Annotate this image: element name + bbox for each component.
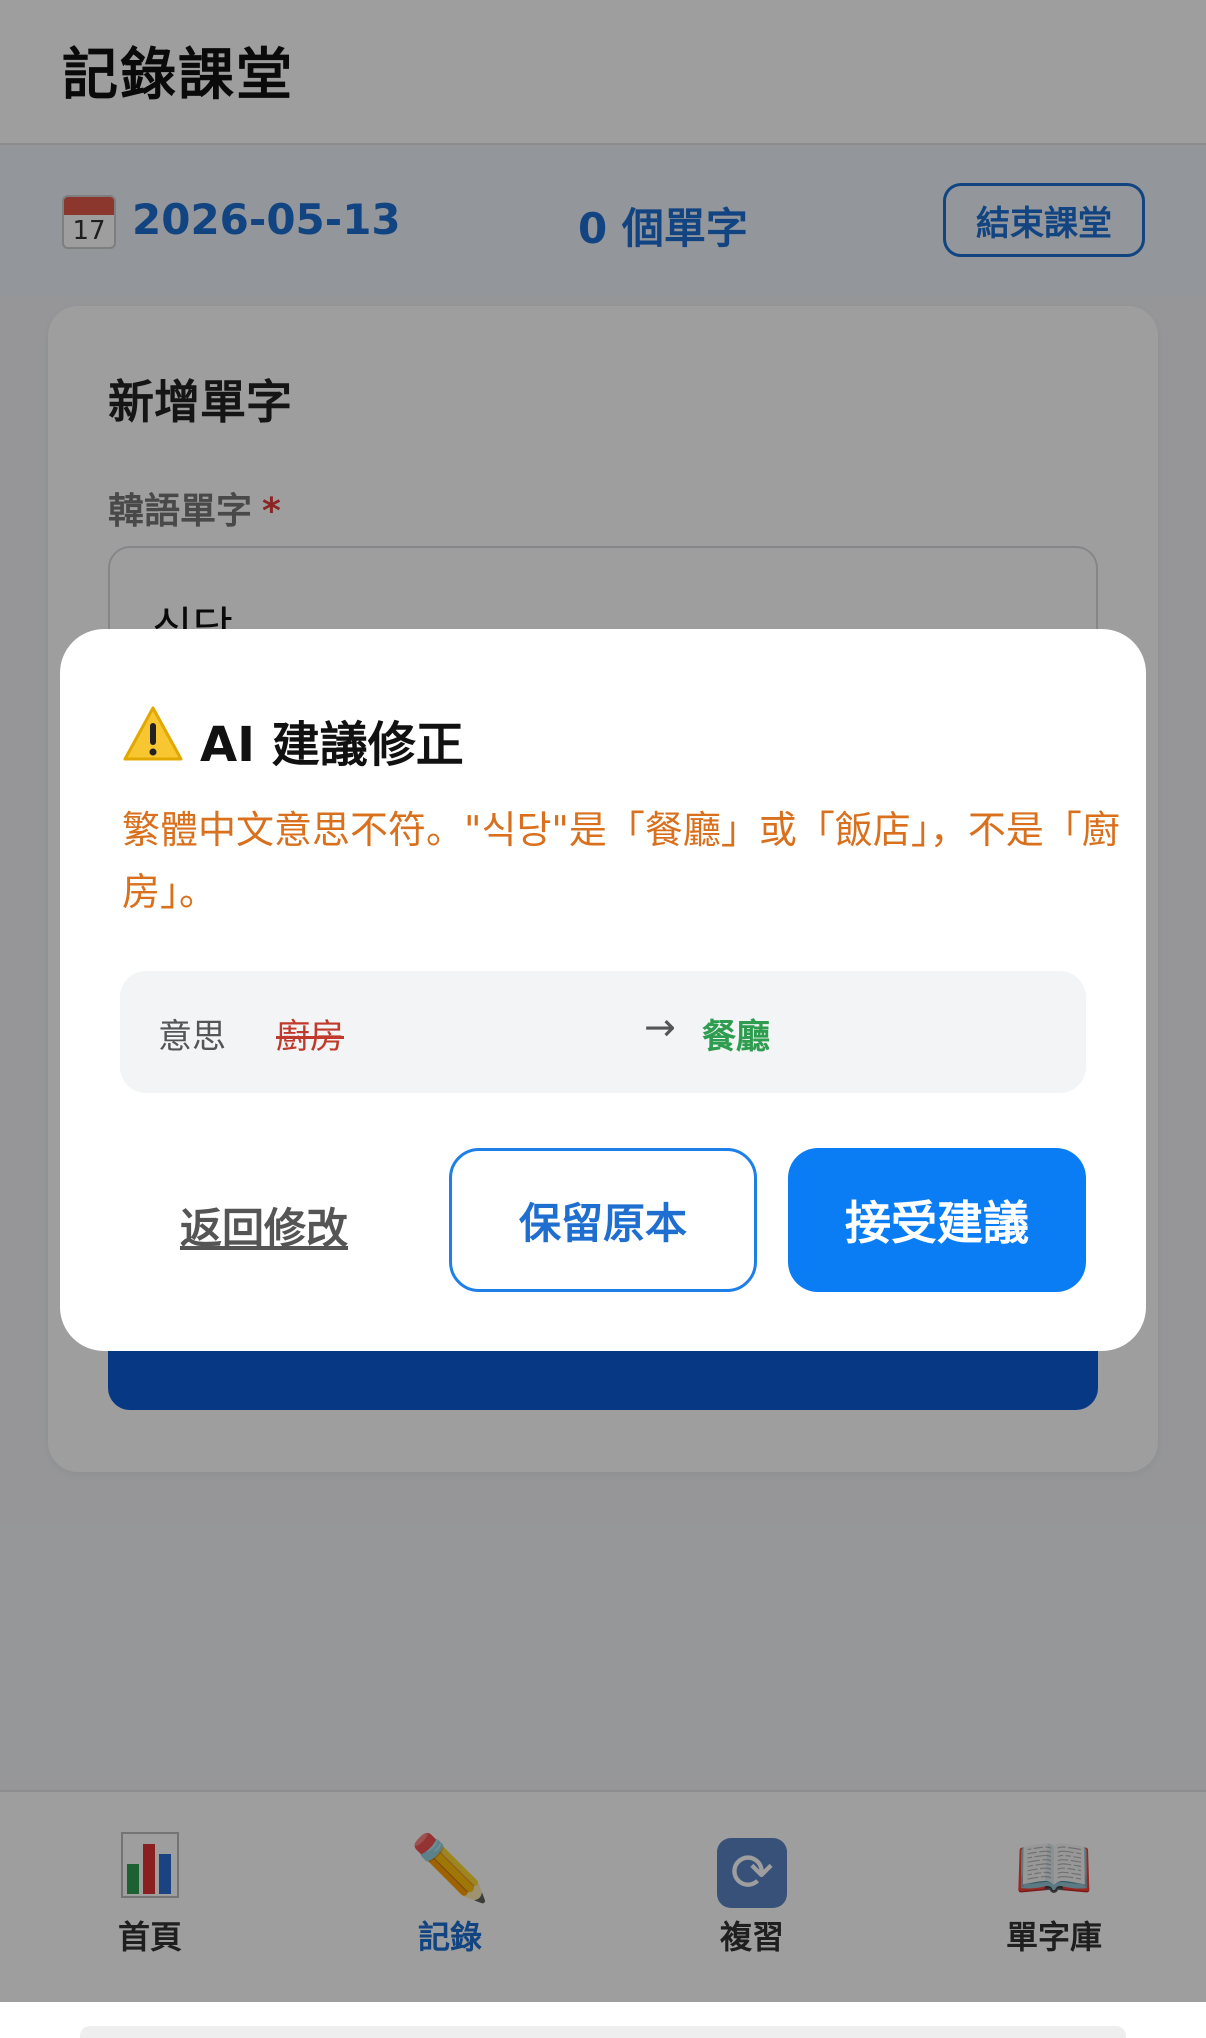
dialog-title: AI 建議修正 — [200, 717, 464, 773]
original-value: 廚房 — [276, 1017, 344, 1057]
comparison-field: 意思 — [158, 1017, 226, 1057]
keep-original-button[interactable]: 保留原本 — [449, 1148, 757, 1292]
accept-suggestion-button[interactable]: 接受建議 — [788, 1148, 1086, 1292]
back-to-edit-button[interactable]: 返回修改 — [180, 1195, 348, 1256]
ai-suggestion-dialog: AI 建議修正 繁體中文意思不符。"식당"是「餐廳」或「飯店」，不是「廚房」。 … — [60, 629, 1146, 1351]
home-indicator — [80, 2026, 1126, 2038]
bottom-safe-area — [0, 2002, 1206, 2038]
suggested-value: 餐廳 — [702, 1017, 770, 1057]
warning-icon — [123, 706, 183, 761]
dialog-message: 繁體中文意思不符。"식당"是「餐廳」或「飯店」，不是「廚房」。 — [122, 808, 1120, 914]
correction-comparison: 意思 廚房 → 餐廳 — [120, 971, 1086, 1093]
arrow-right-icon: → — [644, 1005, 676, 1049]
